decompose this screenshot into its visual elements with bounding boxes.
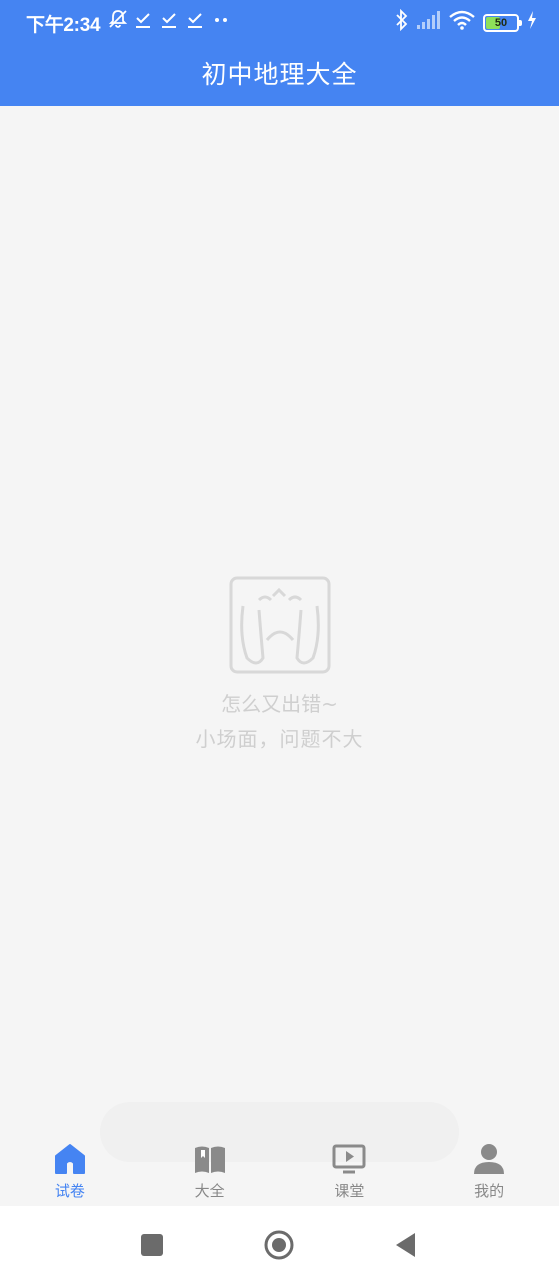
tab-我的[interactable]: 我的 bbox=[419, 1130, 559, 1206]
wifi-icon bbox=[449, 10, 475, 36]
book-icon bbox=[194, 1146, 225, 1173]
person-icon bbox=[474, 1144, 505, 1174]
charging-icon bbox=[527, 11, 537, 35]
tab-label: 试卷 bbox=[54, 1182, 85, 1200]
error-message-secondary: 小场面，问题不大 bbox=[195, 727, 364, 751]
status-time: 下午2:34 bbox=[26, 15, 101, 36]
bottom-tab-bar: 试卷 大全 课堂 我的 bbox=[0, 1130, 559, 1206]
error-message-primary: 怎么又出错~ bbox=[221, 692, 338, 716]
system-nav-bar bbox=[0, 1206, 559, 1280]
status-right-icons: 50 bbox=[395, 8, 537, 37]
title-bar: 初中地理大全 bbox=[0, 48, 559, 98]
download-done-icon bbox=[134, 9, 152, 31]
notification-muted-icon bbox=[108, 9, 128, 31]
crying-face-illustration bbox=[229, 576, 330, 674]
error-state: 怎么又出错~ 小场面，问题不大 bbox=[0, 576, 559, 752]
battery-icon: 50 bbox=[483, 14, 522, 32]
tab-大全[interactable]: 大全 bbox=[140, 1130, 280, 1206]
battery-nub bbox=[519, 20, 522, 26]
tab-试卷[interactable]: 试卷 bbox=[0, 1130, 140, 1206]
status-bar: 下午2:34 50 bbox=[0, 0, 559, 42]
home-circle-icon[interactable] bbox=[264, 1230, 294, 1260]
tab-label: 课堂 bbox=[334, 1182, 365, 1200]
signal-icon bbox=[417, 11, 441, 35]
recents-square-icon[interactable] bbox=[137, 1230, 167, 1260]
back-triangle-icon[interactable] bbox=[391, 1230, 421, 1260]
more-dots-icon bbox=[212, 9, 230, 31]
tab-课堂[interactable]: 课堂 bbox=[280, 1130, 420, 1206]
app-header: 下午2:34 50 初中地理大全 bbox=[0, 0, 559, 106]
battery-level: 50 bbox=[494, 17, 508, 29]
bluetooth-icon bbox=[395, 8, 409, 37]
status-left-icons bbox=[108, 9, 230, 31]
download-done-icon bbox=[160, 9, 178, 31]
tab-label: 我的 bbox=[474, 1182, 505, 1200]
tab-label: 大全 bbox=[194, 1182, 225, 1200]
video-play-icon bbox=[332, 1144, 366, 1174]
download-done-icon bbox=[186, 9, 204, 31]
home-icon bbox=[54, 1144, 85, 1174]
page-title: 初中地理大全 bbox=[201, 60, 358, 89]
